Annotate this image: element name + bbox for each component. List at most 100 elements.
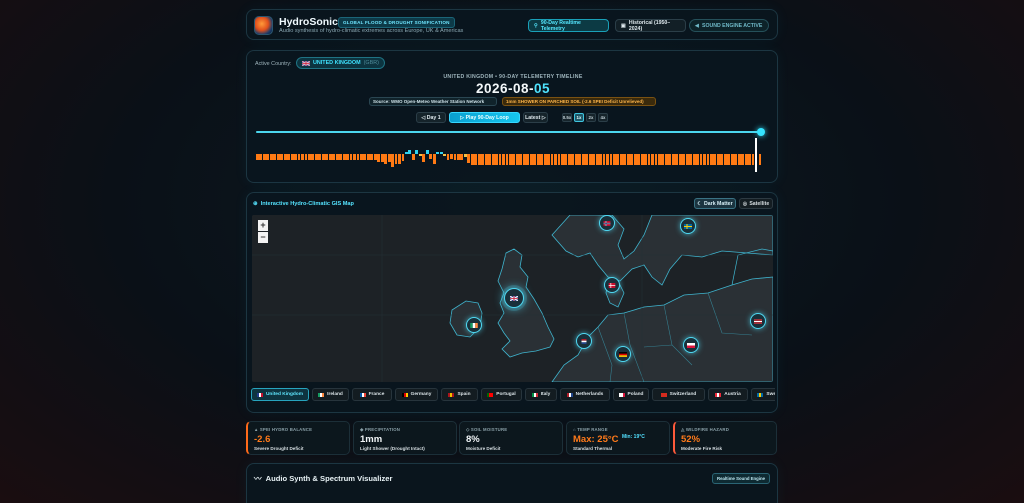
- spei-bar[interactable]: [595, 154, 599, 165]
- spei-bar[interactable]: [699, 154, 703, 165]
- spei-bar[interactable]: [560, 154, 564, 165]
- spei-bar[interactable]: [533, 154, 537, 165]
- spei-bar[interactable]: [706, 154, 710, 165]
- spei-bar[interactable]: [415, 150, 419, 154]
- spei-bar[interactable]: [540, 154, 544, 165]
- map-marker-netherlands[interactable]: [576, 333, 592, 349]
- spei-bar[interactable]: [394, 154, 398, 164]
- spei-bar[interactable]: [273, 154, 277, 160]
- map-marker-denmark[interactable]: [604, 277, 620, 293]
- spei-bar[interactable]: [353, 154, 356, 160]
- spei-bar[interactable]: [301, 154, 304, 160]
- spei-bar[interactable]: [453, 154, 457, 160]
- timeline-slider-thumb[interactable]: [757, 128, 765, 136]
- spei-bar[interactable]: [470, 154, 474, 165]
- spei-bar[interactable]: [297, 154, 301, 160]
- spei-bar[interactable]: [581, 154, 585, 165]
- speed-0-5x[interactable]: 0.5x: [562, 113, 572, 122]
- spei-bar[interactable]: [363, 154, 367, 160]
- active-country-chip[interactable]: UNITED KINGDOM (GBR): [296, 57, 385, 69]
- spei-bar[interactable]: [342, 154, 346, 160]
- spei-bar[interactable]: [519, 154, 523, 165]
- spei-bar[interactable]: [425, 150, 429, 154]
- spei-bar[interactable]: [269, 154, 273, 160]
- spei-bar[interactable]: [335, 154, 339, 160]
- spei-bar-strip[interactable]: [256, 138, 762, 174]
- spei-bar[interactable]: [692, 154, 696, 165]
- spei-bar[interactable]: [325, 154, 329, 160]
- spei-bar[interactable]: [654, 154, 658, 165]
- spei-bar[interactable]: [543, 154, 547, 165]
- spei-bar[interactable]: [703, 154, 706, 165]
- spei-bar[interactable]: [460, 154, 464, 160]
- spei-bar[interactable]: [314, 154, 318, 160]
- spei-bar[interactable]: [488, 154, 492, 165]
- tab-austria[interactable]: Austria: [708, 388, 748, 401]
- satellite-button[interactable]: ◎ Satellite: [739, 198, 773, 209]
- spei-bar[interactable]: [408, 149, 412, 154]
- spei-bar[interactable]: [651, 154, 654, 165]
- spei-bar[interactable]: [287, 154, 291, 160]
- map-marker-poland[interactable]: [683, 337, 699, 353]
- spei-bar[interactable]: [612, 154, 616, 165]
- spei-bar[interactable]: [436, 152, 440, 154]
- spei-bar[interactable]: [675, 154, 679, 165]
- spei-bar[interactable]: [744, 154, 748, 165]
- spei-bar[interactable]: [484, 154, 488, 165]
- spei-bar[interactable]: [495, 154, 498, 165]
- spei-bar[interactable]: [637, 154, 641, 165]
- spei-bar[interactable]: [616, 154, 620, 165]
- spei-bar[interactable]: [512, 154, 516, 165]
- spei-bar[interactable]: [574, 154, 578, 165]
- spei-bar[interactable]: [457, 154, 460, 160]
- tab-netherlands[interactable]: Netherlands: [560, 388, 610, 401]
- map-canvas[interactable]: + −: [252, 215, 773, 382]
- zoom-in-button[interactable]: +: [258, 220, 268, 231]
- spei-bar[interactable]: [716, 154, 720, 165]
- spei-bar[interactable]: [727, 154, 731, 165]
- spei-bar[interactable]: [623, 154, 627, 165]
- spei-bar[interactable]: [339, 154, 343, 160]
- spei-bar[interactable]: [599, 154, 602, 165]
- spei-bar[interactable]: [661, 154, 665, 165]
- spei-bar[interactable]: [619, 154, 623, 165]
- spei-bar[interactable]: [401, 154, 405, 162]
- spei-bar[interactable]: [606, 154, 609, 165]
- spei-bar[interactable]: [713, 154, 717, 165]
- spei-bar[interactable]: [664, 154, 668, 165]
- spei-bar[interactable]: [356, 154, 360, 160]
- tab-ireland[interactable]: Ireland: [312, 388, 349, 401]
- spei-bar[interactable]: [592, 154, 596, 165]
- spei-bar[interactable]: [751, 154, 755, 165]
- latest-button[interactable]: Latest ▷: [523, 112, 548, 123]
- spei-bar[interactable]: [526, 154, 530, 165]
- spei-bar[interactable]: [720, 154, 724, 165]
- spei-bar[interactable]: [671, 154, 675, 165]
- spei-bar[interactable]: [602, 154, 606, 165]
- spei-bar[interactable]: [349, 154, 353, 160]
- spei-bar[interactable]: [387, 154, 391, 163]
- spei-bar[interactable]: [398, 154, 401, 164]
- spei-bar[interactable]: [658, 154, 661, 165]
- spei-bar[interactable]: [498, 154, 502, 165]
- spei-bar[interactable]: [710, 154, 713, 165]
- spei-bar[interactable]: [578, 154, 582, 165]
- spei-bar[interactable]: [689, 154, 693, 165]
- spei-bar[interactable]: [678, 154, 682, 165]
- spei-bar[interactable]: [741, 154, 745, 165]
- tab-united-kingdom[interactable]: United Kingdom: [251, 388, 309, 401]
- spei-bar[interactable]: [318, 154, 322, 160]
- spei-bar[interactable]: [294, 154, 297, 160]
- dark-matter-button[interactable]: ☾ Dark Matter: [694, 198, 736, 209]
- spei-bar[interactable]: [467, 154, 471, 163]
- spei-bar[interactable]: [256, 154, 259, 160]
- spei-bar[interactable]: [328, 154, 332, 160]
- map-marker-ireland[interactable]: [466, 317, 482, 333]
- spei-bar[interactable]: [696, 154, 699, 165]
- spei-bar[interactable]: [332, 154, 336, 160]
- spei-bar[interactable]: [446, 154, 450, 160]
- spei-bar[interactable]: [391, 154, 395, 168]
- spei-bar[interactable]: [311, 154, 315, 160]
- spei-bar[interactable]: [647, 154, 651, 165]
- spei-bar[interactable]: [411, 154, 415, 160]
